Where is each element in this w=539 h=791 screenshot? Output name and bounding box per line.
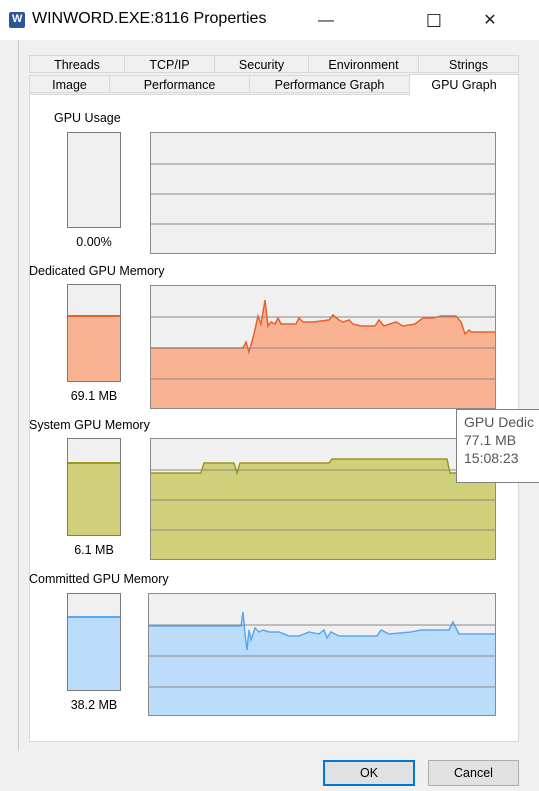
committed-gpu-memory-meter-fill (68, 616, 120, 690)
gpu-usage-graph-svg (151, 163, 495, 225)
gpu-usage-meter (67, 132, 121, 228)
window-title: WINWORD.EXE:8116 Properties (32, 10, 267, 27)
ok-button[interactable]: OK (323, 760, 415, 786)
gpu-usage-graph (150, 132, 496, 254)
tooltip-line-2: 77.1 MB (464, 432, 517, 448)
word-app-icon (9, 12, 25, 28)
committed-gpu-memory-area (149, 612, 495, 715)
committed-gpu-memory-graph-svg (149, 611, 495, 715)
dialog-frame-line (18, 40, 19, 751)
tooltip-line-1: GPU Dedic (464, 414, 535, 430)
dedicated-gpu-memory-graph (150, 285, 496, 409)
system-gpu-memory-value: 6.1 MB (74, 543, 114, 557)
minimize-button[interactable]: — (306, 8, 346, 34)
graph-tooltip: GPU Dedic 77.1 MB 15:08:23 (456, 409, 539, 483)
system-gpu-memory-graph (150, 438, 496, 560)
dedicated-gpu-memory-value: 69.1 MB (70, 389, 118, 403)
tab-image[interactable]: Image (29, 75, 110, 93)
dedicated-gpu-memory-graph-svg (151, 299, 495, 408)
dedicated-gpu-memory-meter-fill (68, 314, 120, 381)
tab-security[interactable]: Security (214, 55, 309, 73)
system-gpu-memory-meter (67, 438, 121, 536)
dedicated-gpu-memory-label: Dedicated GPU Memory (29, 264, 165, 278)
tab-threads[interactable]: Threads (29, 55, 125, 73)
close-button[interactable]: ✕ (470, 8, 510, 34)
tab-gpu-graph[interactable]: GPU Graph (409, 74, 519, 96)
tab-performance-graph[interactable]: Performance Graph (249, 75, 410, 93)
gpu-usage-value: 0.00% (76, 235, 112, 249)
tab-environment[interactable]: Environment (308, 55, 419, 73)
maximize-button[interactable]: ☐ (414, 8, 454, 34)
system-gpu-memory-meter-fill (68, 461, 120, 535)
tab-tcpip[interactable]: TCP/IP (124, 55, 215, 73)
system-gpu-memory-graph-svg (151, 458, 495, 559)
committed-gpu-memory-value: 38.2 MB (70, 698, 118, 712)
committed-gpu-memory-meter (67, 593, 121, 691)
gpu-usage-label: GPU Usage (54, 111, 121, 125)
tab-performance[interactable]: Performance (109, 75, 250, 93)
tab-strings[interactable]: Strings (418, 55, 519, 73)
dedicated-gpu-memory-meter (67, 284, 121, 382)
system-gpu-memory-label: System GPU Memory (29, 418, 150, 432)
committed-gpu-memory-graph (148, 593, 496, 716)
title-bar: WINWORD.EXE:8116 Properties — ☐ ✕ (0, 0, 539, 40)
cancel-button[interactable]: Cancel (428, 760, 519, 786)
system-gpu-memory-area (151, 459, 495, 559)
committed-gpu-memory-label: Committed GPU Memory (29, 572, 169, 586)
tooltip-line-3: 15:08:23 (464, 450, 519, 466)
